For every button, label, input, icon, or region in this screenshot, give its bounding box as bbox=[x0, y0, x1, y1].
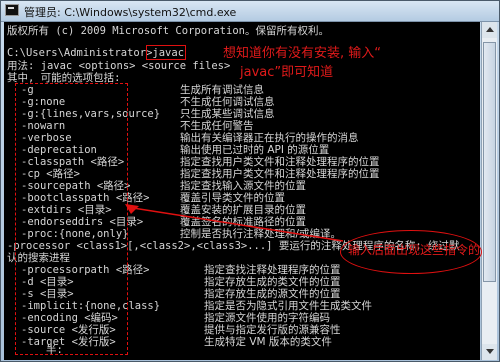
prompt: C:\Users\Administrator> bbox=[7, 47, 153, 59]
option-description: 指定存放生成的类文件的位置 bbox=[204, 276, 341, 288]
option-description: 输出有关编译器正在执行的操作的消息 bbox=[180, 132, 359, 144]
options-dashed-box bbox=[15, 83, 128, 355]
title-bar[interactable]: 管理员: C:\Windows\system32\cmd.exe bbox=[1, 1, 499, 22]
option-description: 只生成某些调试信息 bbox=[180, 108, 275, 120]
window-title: 管理员: C:\Windows\system32\cmd.exe bbox=[24, 6, 237, 19]
cmd-icon bbox=[5, 4, 19, 16]
option-description: 不生成任何调试信息 bbox=[180, 96, 275, 108]
option-description: 指定存放生成的源文件的位置 bbox=[204, 288, 341, 300]
install-note-line1: 想知道你有没有安装, 输入“ bbox=[223, 46, 381, 61]
cmd-window: 管理员: C:\Windows\system32\cmd.exe 版权所有 (c… bbox=[0, 0, 500, 362]
option-description: 不生成任何警告 bbox=[180, 120, 254, 132]
option-description: 指定源文件使用的字符编码 bbox=[204, 312, 330, 324]
scroll-down-icon[interactable] bbox=[482, 344, 497, 360]
option-description: 输出使用已过时的 API 的源位置 bbox=[180, 144, 330, 156]
option-description: 指定查找输入源文件的位置 bbox=[180, 180, 306, 192]
copyright-line: 版权所有 (c) 2009 Microsoft Corporation。保留所有… bbox=[7, 25, 329, 37]
option-description: 生成特定 VM 版本的类文件 bbox=[204, 336, 332, 348]
install-note-line2: javac”即可知道 bbox=[240, 65, 334, 80]
scrollbar-thumb[interactable] bbox=[483, 42, 496, 282]
scroll-up-icon[interactable] bbox=[482, 22, 497, 38]
option-description: 生成所有调试信息 bbox=[180, 84, 264, 96]
command-highlight-box bbox=[146, 45, 186, 60]
options-note: 输入后面出现这些指令的 bbox=[348, 243, 481, 257]
option-description: 指定是否为隐式引用文件生成类文件 bbox=[204, 300, 372, 312]
option-description: 指定查找用户类文件和注释处理程序的位置 bbox=[180, 168, 380, 180]
option-description: 提供与指定发行版的源兼容性 bbox=[204, 324, 341, 336]
option-description: 指定查找用户类文件和注释处理程序的位置 bbox=[180, 156, 380, 168]
annotation-arrow bbox=[125, 204, 344, 242]
usage-line: 用法: javac <options> <source files> bbox=[7, 60, 231, 72]
vertical-scrollbar[interactable] bbox=[481, 22, 497, 360]
option-description: 指定查找注释处理程序的位置 bbox=[204, 264, 341, 276]
arrow-shaft bbox=[132, 207, 344, 242]
